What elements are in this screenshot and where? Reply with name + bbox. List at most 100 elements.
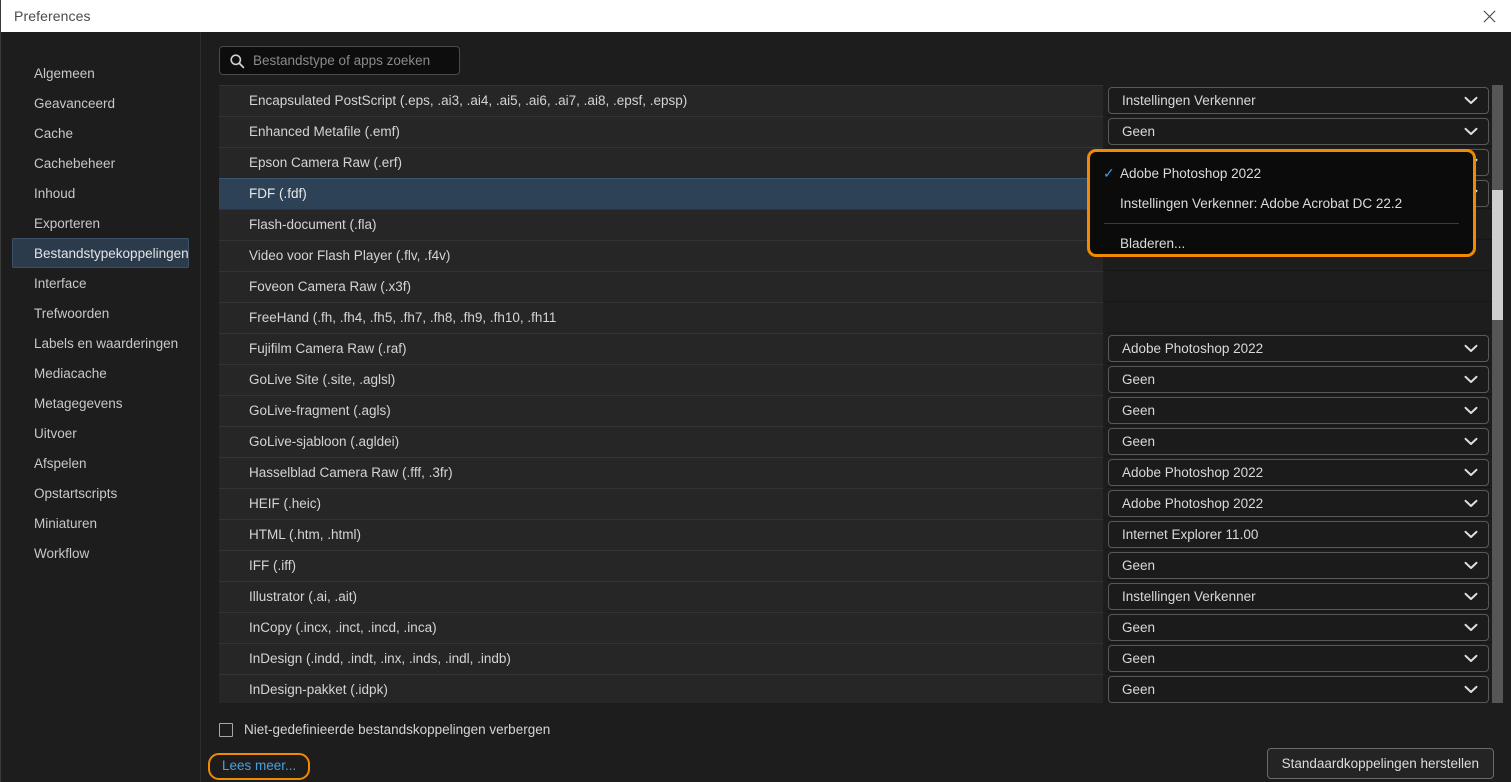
search-input[interactable] — [253, 53, 459, 68]
sidebar-item-algemeen[interactable]: Algemeen — [12, 58, 189, 88]
close-button[interactable] — [1466, 0, 1511, 32]
file-type-name[interactable]: FDF (.fdf) — [219, 177, 1103, 209]
table-row[interactable]: GoLive-sjabloon (.agldei) Geen — [219, 425, 1494, 457]
chevron-down-icon — [1464, 499, 1478, 508]
row-gap — [1103, 518, 1106, 550]
sidebar-item-label: Labels en waarderingen — [34, 335, 179, 351]
browse-menu-item[interactable]: Bladeren... — [1090, 228, 1473, 258]
app-dropdown[interactable]: Geen — [1108, 551, 1489, 579]
sidebar-item-cache[interactable]: Cache — [12, 118, 189, 148]
read-more-link[interactable]: Lees meer... — [222, 758, 296, 773]
hide-undefined-row[interactable]: Niet-gedefinieerde bestandskoppelingen v… — [219, 722, 550, 737]
sidebar-item-labels-en-waarderingen[interactable]: Labels en waarderingen — [12, 328, 189, 358]
chevron-down-icon — [1464, 344, 1478, 353]
file-type-name[interactable]: GoLive-fragment (.agls) — [219, 394, 1103, 426]
app-dropdown[interactable]: Geen — [1108, 644, 1489, 672]
table-row[interactable]: HTML (.htm, .html) Internet Explorer 11.0… — [219, 518, 1494, 550]
table-row[interactable]: Illustrator (.ai, .ait) Instellingen Verk… — [219, 580, 1494, 612]
table-row[interactable]: Fujifilm Camera Raw (.raf) Adobe Photosho… — [219, 332, 1494, 364]
app-dropdown[interactable]: Internet Explorer 11.00 — [1108, 520, 1489, 548]
row-gap — [1103, 487, 1106, 519]
list-scrollbar-track[interactable] — [1492, 85, 1503, 703]
app-chooser-item[interactable]: Instellingen Verkenner: Adobe Acrobat DC… — [1090, 188, 1473, 218]
sidebar-item-metagegevens[interactable]: Metagegevens — [12, 388, 189, 418]
sidebar-item-mediacache[interactable]: Mediacache — [12, 358, 189, 388]
sidebar-item-label: Interface — [34, 275, 87, 291]
chevron-down-icon — [1464, 96, 1478, 105]
search-box[interactable] — [219, 46, 460, 75]
sidebar-item-geavanceerd[interactable]: Geavanceerd — [12, 88, 189, 118]
app-dropdown-value: Adobe Photoshop 2022 — [1122, 464, 1264, 480]
table-row[interactable]: InCopy (.incx, .inct, .incd, .inca) Geen — [219, 611, 1494, 643]
file-type-name[interactable]: InDesign (.indd, .indt, .inx, .inds, .in… — [219, 642, 1103, 674]
file-type-name[interactable]: Epson Camera Raw (.erf) — [219, 146, 1103, 178]
bottom-bar: Niet-gedefinieerde bestandskoppelingen v… — [201, 708, 1511, 782]
file-type-name[interactable]: Illustrator (.ai, .ait) — [219, 580, 1103, 612]
table-row[interactable]: HEIF (.heic) Adobe Photoshop 2022 — [219, 487, 1494, 519]
sidebar-item-uitvoer[interactable]: Uitvoer — [12, 418, 189, 448]
file-type-name[interactable]: InCopy (.incx, .inct, .incd, .inca) — [219, 611, 1103, 643]
sidebar-item-workflow[interactable]: Workflow — [12, 538, 189, 568]
table-row[interactable]: Encapsulated PostScript (.eps, .ai3, .ai… — [219, 85, 1494, 116]
sidebar-item-label: Exporteren — [34, 215, 101, 231]
file-type-name[interactable]: Foveon Camera Raw (.x3f) — [219, 270, 1103, 302]
app-chooser-item[interactable]: ✓ Adobe Photoshop 2022 — [1090, 158, 1473, 188]
file-type-name[interactable]: Fujifilm Camera Raw (.raf) — [219, 332, 1103, 364]
sidebar-item-interface[interactable]: Interface — [12, 268, 189, 298]
app-dropdown[interactable]: Adobe Photoshop 2022 — [1108, 334, 1489, 362]
app-dropdown[interactable]: Geen — [1108, 427, 1489, 455]
table-row[interactable]: GoLive Site (.site, .aglsl) Geen — [219, 363, 1494, 395]
app-dropdown[interactable]: Geen — [1108, 365, 1489, 393]
hide-undefined-label: Niet-gedefinieerde bestandskoppelingen v… — [244, 722, 551, 737]
file-type-name[interactable]: InDesign-pakket (.idpk) — [219, 673, 1103, 703]
app-dropdown[interactable]: Geen — [1108, 675, 1489, 703]
row-gap — [1103, 85, 1106, 116]
file-type-name[interactable]: Video voor Flash Player (.flv, .f4v) — [219, 239, 1103, 271]
sidebar-item-inhoud[interactable]: Inhoud — [12, 178, 189, 208]
file-type-name[interactable]: GoLive-sjabloon (.agldei) — [219, 425, 1103, 457]
sidebar-item-miniaturen[interactable]: Miniaturen — [12, 508, 189, 538]
hide-undefined-checkbox[interactable] — [219, 722, 233, 737]
sidebar-item-bestandstypekoppelingen[interactable]: Bestandstypekoppelingen — [12, 238, 189, 268]
app-dropdown-value: Instellingen Verkenner — [1122, 92, 1256, 108]
app-dropdown-value: Adobe Photoshop 2022 — [1122, 495, 1264, 511]
table-row[interactable]: FreeHand (.fh, .fh4, .fh5, .fh7, .fh8, .… — [219, 301, 1494, 333]
file-type-name[interactable]: Hasselblad Camera Raw (.fff, .3fr) — [219, 456, 1103, 488]
app-chooser-popup[interactable]: ✓ Adobe Photoshop 2022 Instellingen Verken… — [1087, 149, 1476, 257]
table-row[interactable]: Hasselblad Camera Raw (.fff, .3fr) Adobe … — [219, 456, 1494, 488]
app-dropdown[interactable]: Geen — [1108, 613, 1489, 641]
sidebar-item-afspelen[interactable]: Afspelen — [12, 448, 189, 478]
app-dropdown[interactable]: Geen — [1108, 396, 1489, 424]
file-type-name[interactable]: Enhanced Metafile (.emf) — [219, 115, 1103, 147]
app-dropdown-value: Internet Explorer 11.00 — [1122, 526, 1259, 542]
row-gap — [1103, 115, 1106, 147]
window-title: Preferences — [14, 8, 91, 24]
table-row[interactable]: IFF (.iff) Geen — [219, 549, 1494, 581]
chevron-down-icon — [1464, 437, 1478, 446]
table-row[interactable]: Foveon Camera Raw (.x3f) — [219, 270, 1494, 302]
sidebar-item-exporteren[interactable]: Exporteren — [12, 208, 189, 238]
table-row[interactable]: GoLive-fragment (.agls) Geen — [219, 394, 1494, 426]
app-dropdown[interactable]: Adobe Photoshop 2022 — [1108, 458, 1489, 486]
table-row[interactable]: InDesign-pakket (.idpk) Geen — [219, 673, 1494, 703]
app-dropdown[interactable]: Instellingen Verkenner — [1108, 582, 1489, 610]
table-row[interactable]: Enhanced Metafile (.emf) Geen — [219, 115, 1494, 147]
file-type-name[interactable]: HEIF (.heic) — [219, 487, 1103, 519]
restore-defaults-button[interactable]: Standaardkoppelingen herstellen — [1266, 748, 1494, 779]
file-type-name[interactable]: Encapsulated PostScript (.eps, .ai3, .ai… — [219, 85, 1103, 116]
table-row[interactable]: InDesign (.indd, .indt, .inx, .inds, .in… — [219, 642, 1494, 674]
sidebar-item-opstartscripts[interactable]: Opstartscripts — [12, 478, 189, 508]
file-type-name[interactable]: FreeHand (.fh, .fh4, .fh5, .fh7, .fh8, .… — [219, 301, 1103, 333]
app-dropdown[interactable]: Instellingen Verkenner — [1108, 86, 1489, 114]
list-scrollbar-thumb[interactable] — [1492, 190, 1503, 320]
app-dropdown[interactable]: Adobe Photoshop 2022 — [1108, 489, 1489, 517]
file-type-name[interactable]: IFF (.iff) — [219, 549, 1103, 581]
sidebar-item-cachebeheer[interactable]: Cachebeheer — [12, 148, 189, 178]
file-type-name[interactable]: Flash-document (.fla) — [219, 208, 1103, 240]
sidebar-item-label: Workflow — [34, 545, 90, 561]
file-type-name[interactable]: GoLive Site (.site, .aglsl) — [219, 363, 1103, 395]
file-type-name[interactable]: HTML (.htm, .html) — [219, 518, 1103, 550]
read-more-focus-ring: Lees meer... — [208, 753, 311, 780]
sidebar-item-trefwoorden[interactable]: Trefwoorden — [12, 298, 189, 328]
app-dropdown[interactable]: Geen — [1108, 117, 1489, 145]
